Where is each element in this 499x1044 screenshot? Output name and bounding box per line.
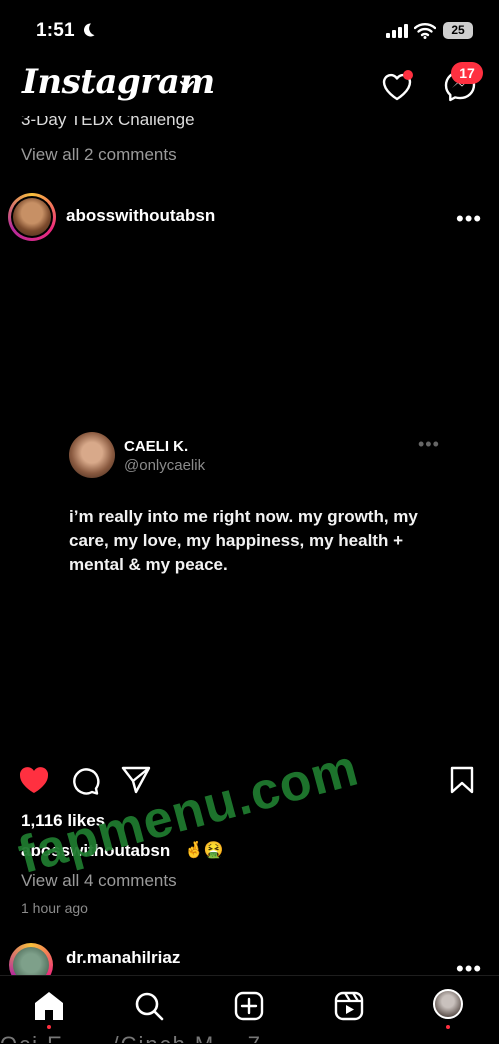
bookmark-icon[interactable]: [449, 765, 475, 795]
tweet-more-icon: •••: [418, 434, 440, 454]
post-timestamp: 1 hour ago: [21, 900, 88, 916]
search-icon[interactable]: [133, 990, 165, 1022]
home-icon[interactable]: [32, 990, 66, 1022]
profile-avatar[interactable]: [433, 989, 463, 1019]
moon-icon: [83, 23, 95, 37]
home-indicator-dot: [47, 1025, 51, 1029]
like-heart-icon[interactable]: [18, 765, 50, 795]
tweet-text: i’m really into me right now. my growth,…: [69, 507, 418, 574]
bottom-clipped-text: Oci E..... /Cinch M....7: [0, 1032, 499, 1043]
create-post-icon[interactable]: [233, 990, 265, 1022]
previous-post-caption: 3-Day TEDx Challenge: [21, 116, 195, 129]
signal-icon: [386, 24, 408, 38]
more-options-icon[interactable]: •••: [456, 206, 482, 232]
notification-dot: [403, 70, 413, 80]
share-icon[interactable]: [120, 765, 152, 795]
previous-post-view-comments-link[interactable]: View all 2 comments: [21, 145, 177, 165]
reels-icon[interactable]: [333, 990, 365, 1022]
wifi-icon: [414, 23, 436, 39]
avatar[interactable]: [13, 198, 51, 236]
message-count-badge: 17: [451, 62, 483, 84]
status-time: 1:51: [36, 20, 75, 41]
next-post-username[interactable]: dr.manahilriaz: [66, 948, 180, 968]
caption-emoji: 🤞🤮: [184, 842, 224, 859]
tweet-avatar: [69, 432, 115, 478]
tweet-author-handle: @onlycaelik: [124, 457, 206, 474]
chevron-down-icon[interactable]: [180, 80, 194, 90]
post-username[interactable]: abosswithoutabsn: [66, 206, 215, 226]
comment-icon[interactable]: [70, 765, 100, 795]
battery-icon: 25: [443, 22, 473, 39]
profile-indicator-dot: [446, 1025, 450, 1029]
tweet-author-name: CAELI K.: [124, 438, 189, 455]
